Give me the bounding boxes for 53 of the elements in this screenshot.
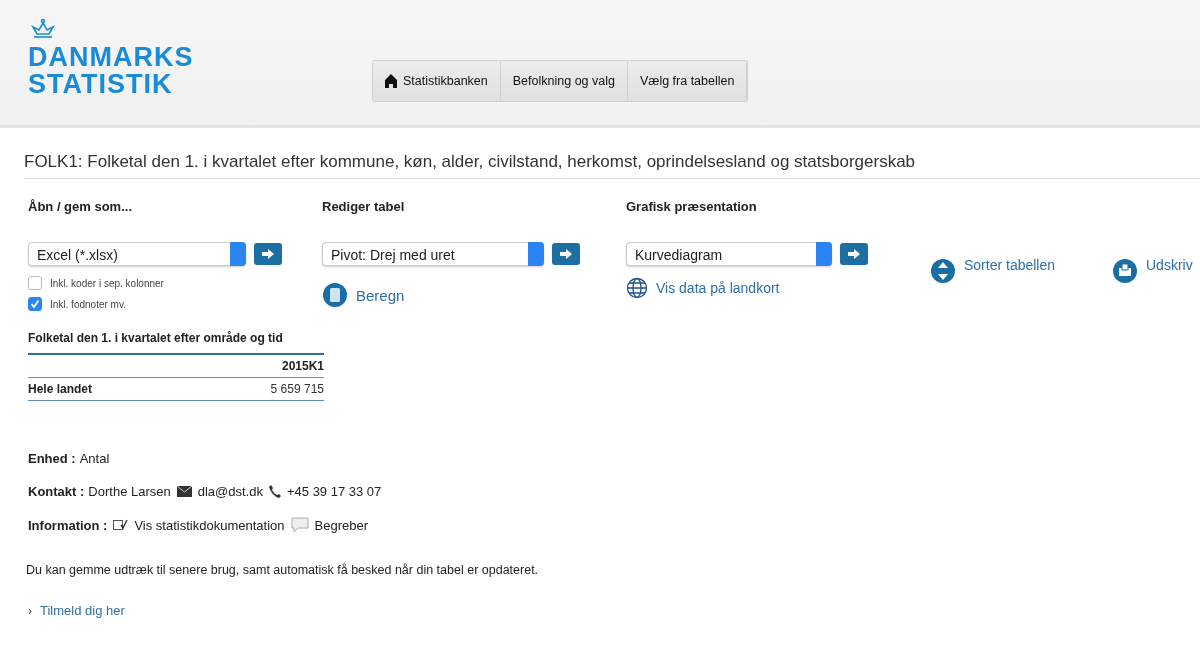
- calculate-link[interactable]: Beregn: [356, 286, 405, 304]
- table-caption: Folketal den 1. i kvartalet efter område og tid: [28, 331, 284, 345]
- concepts-link[interactable]: Begreber: [314, 517, 368, 533]
- phone-icon: [268, 485, 281, 498]
- bullet-marker: ›: [28, 603, 32, 618]
- checkbox[interactable]: [28, 297, 42, 311]
- checkbox[interactable]: [28, 276, 42, 290]
- signup-link[interactable]: Tilmeld dig her: [40, 603, 125, 618]
- speech-bubble-icon: [290, 517, 309, 533]
- action-link[interactable]: Sorter tabellen: [964, 257, 1056, 273]
- field-label: Enhed :: [28, 451, 76, 466]
- calculator-icon: [322, 281, 348, 309]
- action-link[interactable]: Udskriv: [1146, 257, 1193, 273]
- map-link[interactable]: Vis data på landkort: [656, 280, 780, 296]
- field-label: Kontakt :: [28, 484, 85, 499]
- section-heading: Grafisk præsentation: [626, 199, 758, 216]
- document-check-icon: [113, 519, 129, 531]
- home-icon: [385, 74, 397, 88]
- table-title: FOLK1: Folketal den 1. i kvartalet efter kommune, køn, alder, civilstand, herkomst, oprindelsesland og statsborgerskab: [24, 152, 1200, 179]
- contact-name: Dorthe Larsen: [88, 484, 171, 499]
- section-heading: Rediger tabel: [322, 199, 406, 216]
- column-header: 2015K1: [189, 354, 324, 378]
- arrow-icon: [848, 249, 860, 259]
- arrow-icon: [560, 249, 572, 259]
- breadcrumb-item[interactable]: Vælg fra tabellen: [627, 61, 748, 101]
- sort-icon: [930, 257, 956, 285]
- globe-icon: [626, 277, 648, 299]
- info-text: Du kan gemme udtræk til senere brug, samt automatisk få besked når din tabel er opdateret.: [26, 563, 540, 577]
- envelope-icon: [176, 486, 192, 497]
- field-value: Antal: [79, 451, 110, 466]
- format-select[interactable]: Excel (*.xlsx): [28, 242, 246, 266]
- section-heading: Åbn / gem som...: [28, 199, 133, 216]
- go-button[interactable]: [840, 243, 868, 265]
- pivot-select[interactable]: Pivot: Drej med uret: [322, 242, 544, 266]
- breadcrumb-item[interactable]: Statistikbanken: [373, 61, 501, 101]
- printer-icon: [1112, 257, 1138, 285]
- spinner-icon: [230, 242, 246, 266]
- breadcrumb-item[interactable]: Befolkning og valg: [500, 61, 628, 101]
- checkbox-label: Inkl. koder i sep. kolonner: [50, 277, 164, 289]
- crown-icon: [30, 18, 56, 40]
- arrow-icon: [262, 249, 274, 259]
- table-cell: 5 659 715: [189, 377, 324, 401]
- spinner-icon: [816, 242, 832, 266]
- row-header: Hele landet: [28, 377, 190, 401]
- spinner-icon: [528, 242, 544, 266]
- checkbox-label: Inkl. fodnoter mv.: [50, 298, 126, 310]
- field-label: Information :: [28, 517, 108, 533]
- documentation-link[interactable]: Vis statistikdokumentation: [134, 517, 285, 533]
- phone-number: +45 39 17 33 07: [286, 484, 382, 499]
- chart-type-select[interactable]: Kurvediagram: [626, 242, 832, 266]
- go-button[interactable]: [552, 243, 580, 265]
- email-link[interactable]: dla@dst.dk: [197, 484, 263, 499]
- go-button[interactable]: [254, 243, 282, 265]
